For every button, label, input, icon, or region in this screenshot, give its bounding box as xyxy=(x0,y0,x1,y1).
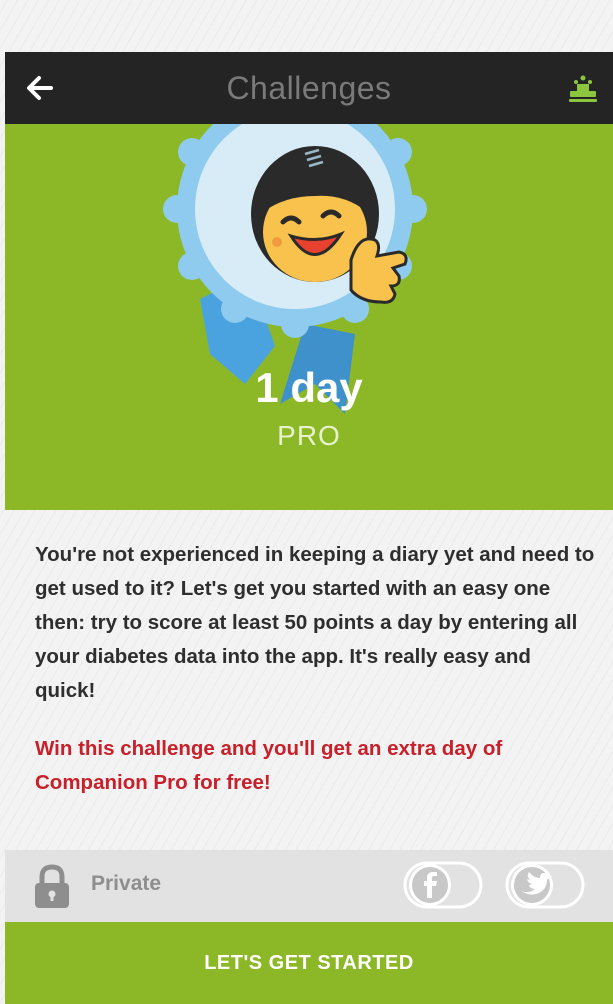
podium-icon xyxy=(569,75,597,102)
get-started-button[interactable]: LET'S GET STARTED xyxy=(5,922,613,1004)
challenge-level: PRO xyxy=(277,420,341,451)
lock-icon[interactable] xyxy=(33,864,71,910)
facebook-icon[interactable] xyxy=(403,860,483,910)
challenge-screen: Challenges 1 day PRO You're not experien… xyxy=(5,0,613,1004)
page-title: Challenges xyxy=(226,69,392,106)
challenge-description: You're not experienced in keeping a diar… xyxy=(35,543,595,702)
leaderboard-button[interactable] xyxy=(561,66,605,110)
privacy-bar: Private xyxy=(5,850,613,922)
privacy-label: Private xyxy=(91,872,162,895)
challenge-duration: 1 day xyxy=(255,364,363,411)
top-bar: Challenges xyxy=(5,52,613,124)
twitter-icon[interactable] xyxy=(505,860,585,910)
challenge-reward: Win this challenge and you'll get an ext… xyxy=(35,737,503,794)
challenge-hero: 1 day PRO xyxy=(5,124,613,510)
